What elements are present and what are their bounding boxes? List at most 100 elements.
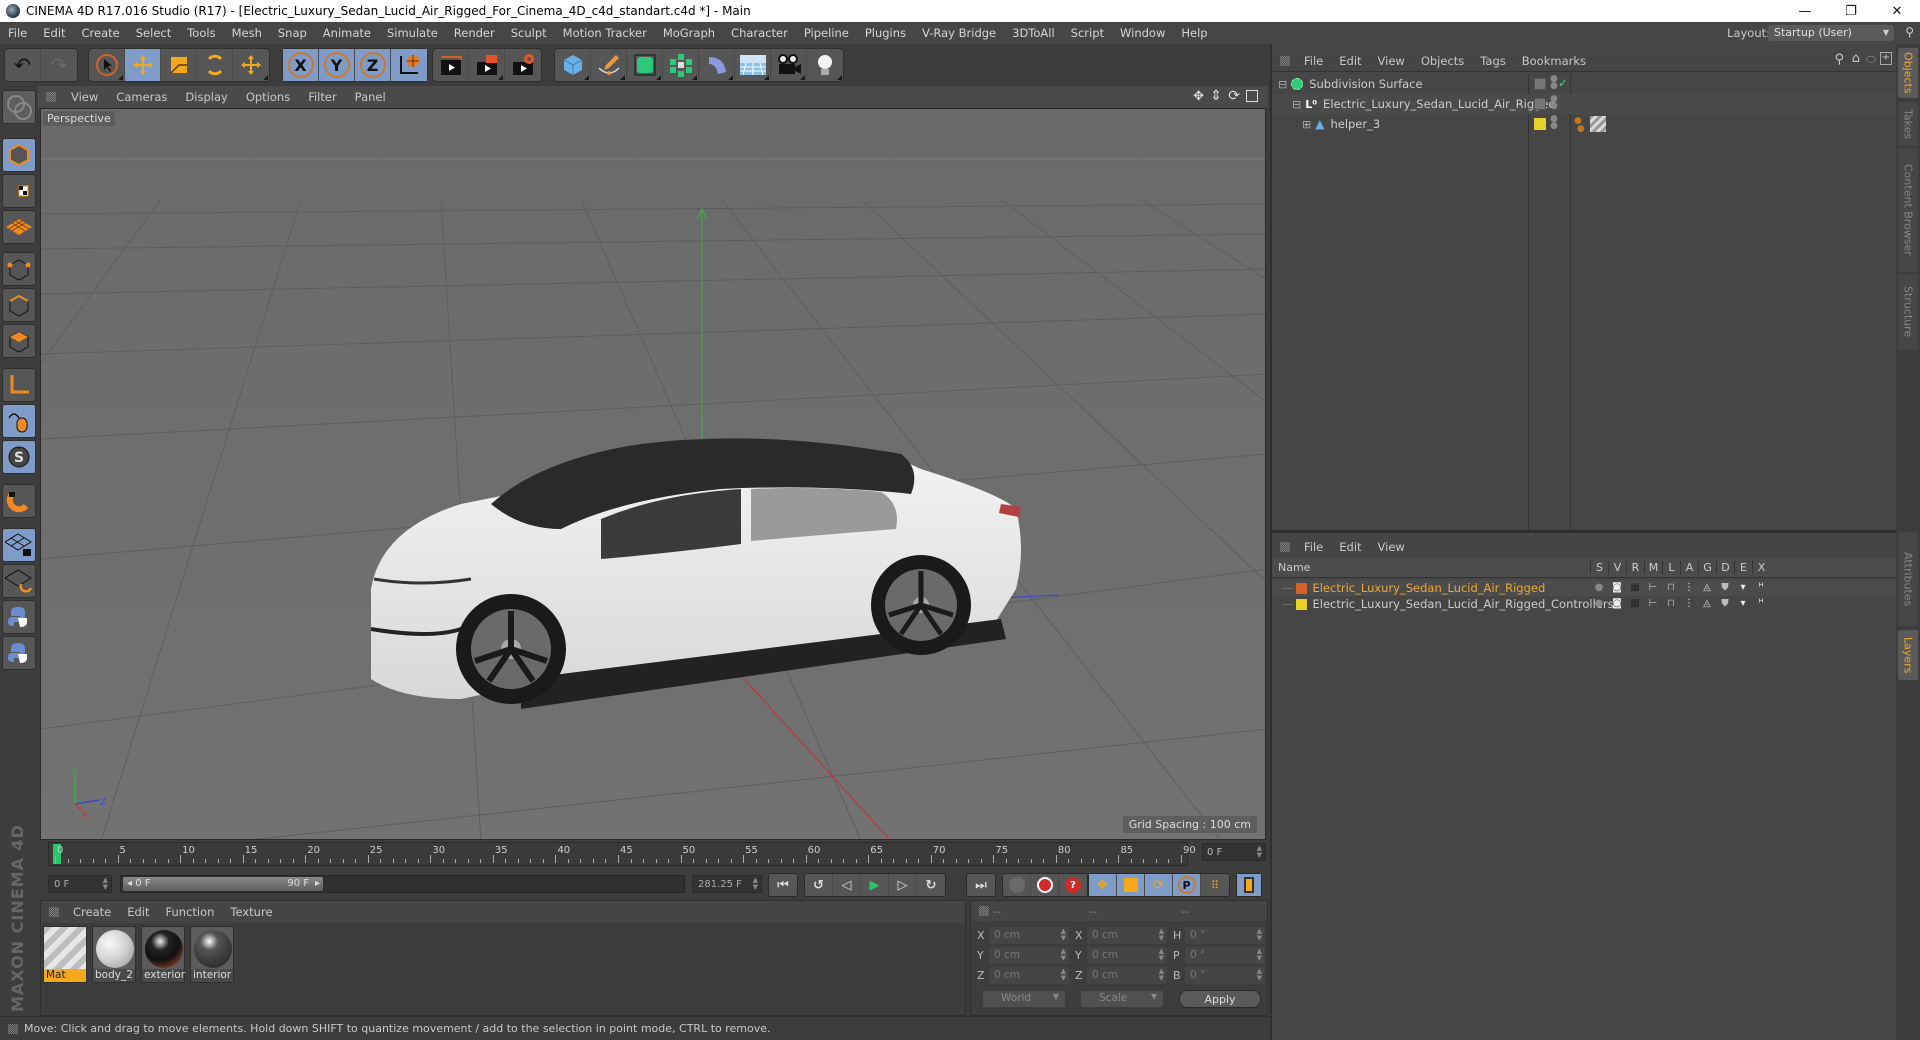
manager-icon[interactable]: ⊢	[1647, 582, 1659, 594]
visible-icon[interactable]: ◙	[1611, 598, 1623, 610]
panel-grip[interactable]	[1280, 55, 1290, 66]
material-menu-function[interactable]: Function	[158, 905, 223, 919]
viewport-menu-options[interactable]: Options	[237, 90, 299, 104]
workplane-align-button[interactable]	[2, 564, 36, 598]
material-exterior[interactable]: exterior	[141, 926, 185, 983]
light-button[interactable]	[807, 49, 843, 81]
deformers-icon[interactable]: ⛊	[1719, 598, 1731, 610]
rot-h-field[interactable]: 0 ° ▲ ▼	[1185, 927, 1265, 944]
edges-mode-button[interactable]	[2, 288, 36, 322]
3d-viewport[interactable]: Y Z X Perspective Grid Spacing : 100 cm	[40, 108, 1266, 840]
menu-create[interactable]: Create	[74, 26, 128, 40]
menu-pipeline[interactable]: Pipeline	[796, 26, 857, 40]
render-icon[interactable]: ▦	[1629, 598, 1641, 610]
eye-icon[interactable]: ⬭	[1866, 52, 1876, 67]
expand-icon[interactable]: ⊞	[1302, 118, 1311, 131]
generators-icon[interactable]: ◬	[1701, 598, 1713, 610]
previous-key-button[interactable]: ↺	[805, 874, 833, 896]
layer-name[interactable]: Electric_Luxury_Sedan_Lucid_Air_Rigged_C…	[1313, 597, 1614, 611]
next-frame-button[interactable]: ▷	[889, 874, 917, 896]
collapse-icon[interactable]: ⊟	[1278, 78, 1287, 91]
menu-mesh[interactable]: Mesh	[224, 26, 270, 40]
motion-record-button[interactable]	[1003, 874, 1031, 896]
move-button[interactable]	[125, 49, 161, 81]
pos-x-field[interactable]: 0 cm ▲ ▼	[989, 927, 1069, 944]
orbit-icon[interactable]: ⟳	[1228, 88, 1240, 104]
apply-button[interactable]: Apply	[1179, 990, 1261, 1008]
deformer-button[interactable]	[699, 49, 735, 81]
xref-icon[interactable]: ᴴ	[1755, 582, 1767, 594]
home-icon[interactable]: ⌂	[1852, 51, 1860, 66]
ik-tag-icon[interactable]: ● ●	[1574, 117, 1585, 134]
x-axis-lock-button[interactable]: X	[283, 49, 319, 81]
layer-color-tag[interactable]	[1534, 118, 1546, 130]
key-position-button[interactable]: ✥	[1089, 874, 1117, 896]
layer-menu-view[interactable]: View	[1370, 540, 1413, 554]
size-x-field[interactable]: 0 cm ▲ ▼	[1087, 927, 1167, 944]
lock-icon[interactable]: ⊓	[1665, 582, 1677, 594]
visibility-dots-icon[interactable]: ● ●	[1550, 95, 1558, 111]
object-row-subdivision-surface[interactable]: ⊟ Subdivision Surface ● ● ✓	[1272, 74, 1898, 94]
camera-button[interactable]	[771, 49, 807, 81]
size-z-field[interactable]: 0 cm ▲ ▼	[1087, 967, 1167, 984]
python-script-button[interactable]	[2, 636, 36, 670]
column-expressions[interactable]: E	[1734, 561, 1752, 574]
menu-character[interactable]: Character	[723, 26, 796, 40]
make-editable-button[interactable]	[2, 90, 36, 124]
preview-range-slider[interactable]: ◂ 0 F 90 F ▸	[120, 875, 685, 893]
column-locked[interactable]: L	[1662, 561, 1680, 574]
material-menu-create[interactable]: Create	[65, 905, 119, 919]
viewport-menu-display[interactable]: Display	[176, 90, 236, 104]
undo-button[interactable]: ↶	[5, 49, 41, 81]
y-axis-lock-button[interactable]: Y	[319, 49, 355, 81]
tab-attributes[interactable]: Attributes	[1898, 532, 1918, 626]
layer-tag-icon[interactable]	[1534, 98, 1546, 110]
key-rotation-button[interactable]: ⟳	[1145, 874, 1173, 896]
live-selection-button[interactable]	[89, 49, 125, 81]
menu-motion-tracker[interactable]: Motion Tracker	[555, 26, 655, 40]
menu-tools[interactable]: Tools	[179, 26, 223, 40]
object-menu-bookmarks[interactable]: Bookmarks	[1514, 54, 1594, 68]
play-button[interactable]: ▶	[861, 874, 889, 896]
panel-grip[interactable]	[46, 92, 56, 102]
tab-content-browser[interactable]: Content Browser	[1898, 148, 1918, 272]
column-animation[interactable]: A	[1680, 561, 1698, 574]
object-menu-file[interactable]: File	[1296, 54, 1331, 68]
panel-grip[interactable]	[1280, 542, 1290, 552]
pos-y-field[interactable]: 0 cm ▲ ▼	[989, 947, 1069, 964]
column-generators[interactable]: G	[1698, 561, 1716, 574]
pen-spline-button[interactable]	[591, 49, 627, 81]
maximize-button[interactable]: ❐	[1828, 0, 1874, 22]
animation-icon[interactable]: ⋮	[1683, 582, 1695, 594]
new-window-icon[interactable]: +	[1880, 52, 1892, 65]
layer-menu-file[interactable]: File	[1296, 540, 1331, 554]
menu-simulate[interactable]: Simulate	[379, 26, 446, 40]
key-parameter-button[interactable]: P	[1173, 874, 1201, 896]
end-frame-field[interactable]: 281.25 F ▲ ▼	[692, 875, 762, 893]
snapping-button[interactable]	[2, 484, 36, 518]
visibility-dots-icon[interactable]: ● ●	[1550, 115, 1558, 131]
column-render[interactable]: R	[1626, 561, 1644, 574]
coordinate-system-button[interactable]	[391, 49, 427, 81]
current-frame-field[interactable]: 0 F ▲ ▼	[1202, 843, 1266, 861]
visibility-dots-icon[interactable]: ● ●	[1550, 75, 1558, 91]
layer-menu-edit[interactable]: Edit	[1331, 540, 1369, 554]
timeline-ruler[interactable]: 0 5 10 15 20 25 30 35 40 45 50 55 60 65 70 75 80 85 90	[48, 842, 1196, 866]
menu-script[interactable]: Script	[1063, 26, 1112, 40]
z-axis-lock-button[interactable]: Z	[355, 49, 391, 81]
autokey-button[interactable]: ?	[1059, 874, 1087, 896]
menu-plugins[interactable]: Plugins	[857, 26, 914, 40]
workplane-mode-button[interactable]	[2, 210, 36, 244]
texture-mode-button[interactable]	[2, 174, 36, 208]
solo-icon[interactable]: ●	[1593, 582, 1605, 594]
layer-color-swatch[interactable]	[1295, 598, 1307, 610]
pos-z-field[interactable]: 0 cm ▲ ▼	[989, 967, 1069, 984]
tab-objects[interactable]: Objects	[1898, 48, 1918, 98]
panel-grip[interactable]	[49, 907, 59, 917]
key-scale-button[interactable]	[1117, 874, 1145, 896]
layout-dropdown[interactable]: Startup (User) ▼	[1768, 25, 1894, 41]
tab-layers[interactable]: Layers	[1898, 630, 1918, 680]
layer-name[interactable]: Electric_Luxury_Sedan_Lucid_Air_Rigged	[1313, 581, 1546, 595]
points-mode-button[interactable]	[2, 252, 36, 286]
object-menu-objects[interactable]: Objects	[1413, 54, 1472, 68]
